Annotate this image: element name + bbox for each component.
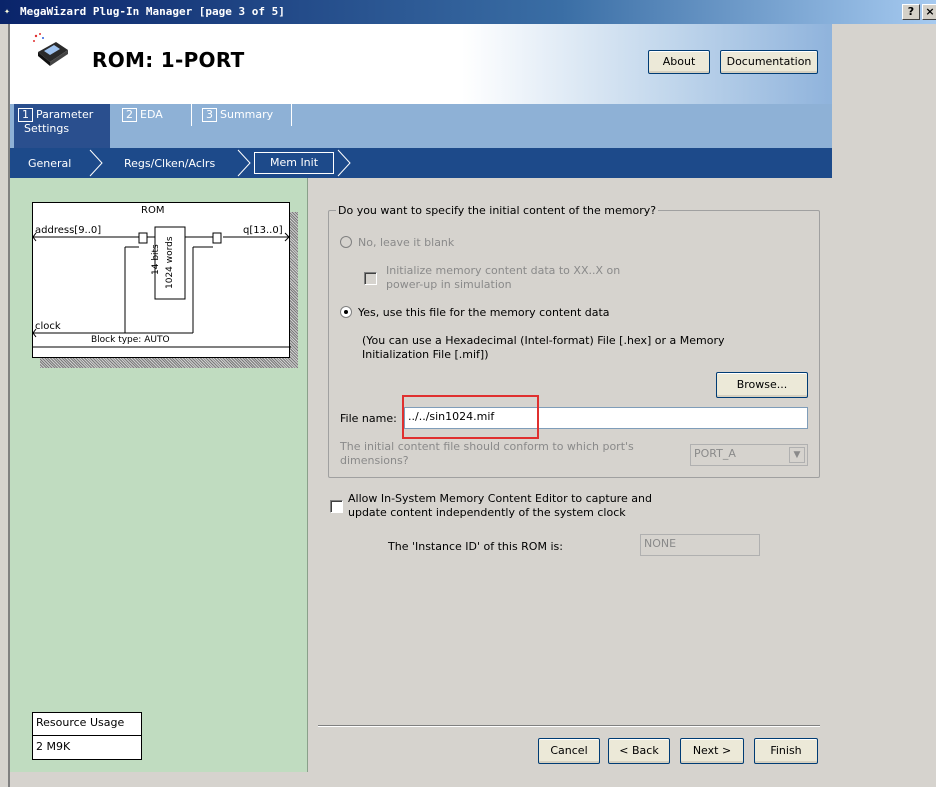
- highlight-box: [402, 395, 539, 439]
- insystem-editor-label-line1: Allow In-System Memory Content Editor to…: [348, 492, 652, 505]
- instance-id-input[interactable]: NONE: [640, 534, 760, 556]
- radio-leave-blank[interactable]: [340, 236, 352, 248]
- page-title: ROM: 1-PORT: [92, 48, 245, 72]
- window-background: [832, 24, 936, 787]
- radio-use-file[interactable]: [340, 306, 352, 318]
- diagram-title: ROM: [141, 205, 165, 216]
- resource-usage-value: 2 M9K: [36, 740, 71, 753]
- tab-label: Summary: [220, 108, 274, 121]
- documentation-button[interactable]: Documentation: [720, 50, 818, 74]
- cancel-button[interactable]: Cancel: [538, 738, 600, 764]
- chevron-right-icon: [89, 149, 103, 177]
- port-select[interactable]: PORT_A ▼: [690, 444, 808, 466]
- tab-eda[interactable]: 2 EDA: [118, 104, 192, 126]
- tab-number: 2: [122, 108, 137, 122]
- diagram-q-label: q[13..0]: [243, 225, 283, 236]
- file-hint-line1: (You can use a Hexadecimal (Intel-format…: [362, 334, 725, 347]
- title-bar: ✦ MegaWizard Plug-In Manager [page 3 of …: [0, 0, 936, 24]
- tab-parameter-settings[interactable]: 1 Parameter Settings: [14, 104, 110, 148]
- instance-id-label: The 'Instance ID' of this ROM is:: [388, 540, 563, 553]
- mem-init-question: Do you want to specify the initial conte…: [336, 204, 659, 217]
- close-button[interactable]: ×: [922, 4, 936, 20]
- tab-summary[interactable]: 3 Summary: [198, 104, 292, 126]
- radio-use-file-label: Yes, use this file for the memory conten…: [358, 306, 610, 319]
- footer-separator: [318, 725, 820, 727]
- diagram-clock-label: clock: [35, 321, 61, 332]
- resource-usage-box: Resource Usage 2 M9K: [32, 712, 142, 760]
- chevron-down-icon: ▼: [789, 447, 805, 463]
- rom-chip-icon: [33, 33, 68, 66]
- diagram-address-label: address[9..0]: [35, 225, 102, 236]
- next-button[interactable]: Next >: [680, 738, 744, 764]
- tab-label: Parameter: [36, 108, 94, 121]
- init-xx-label-line2: power-up in simulation: [386, 278, 512, 291]
- tab-label-line2: Settings: [24, 122, 70, 135]
- init-xx-checkbox[interactable]: [364, 272, 377, 285]
- init-xx-label-line1: Initialize memory content data to XX..X …: [386, 264, 621, 277]
- help-button[interactable]: ?: [902, 4, 920, 20]
- window-title: MegaWizard Plug-In Manager [page 3 of 5]: [20, 5, 285, 18]
- breadcrumb: General Regs/Clken/Aclrs: [10, 148, 832, 178]
- file-name-label: File name:: [340, 412, 397, 425]
- port-select-value: PORT_A: [694, 447, 736, 460]
- about-button[interactable]: About: [648, 50, 710, 74]
- chevron-right-icon: [237, 149, 251, 177]
- tab-label: EDA: [140, 108, 163, 121]
- crumb-regs[interactable]: Regs/Clken/Aclrs: [124, 157, 215, 170]
- port-question-line1: The initial content file should conform …: [340, 440, 634, 453]
- chevron-right-icon: [337, 149, 351, 177]
- diagram-block-type: Block type: AUTO: [91, 335, 170, 345]
- file-hint-line2: Initialization File [.mif]): [362, 348, 489, 361]
- diagram-bits-label: 14 bits: [151, 244, 161, 275]
- insystem-editor-label-line2: update content independently of the syst…: [348, 506, 626, 519]
- port-question-line2: dimensions?: [340, 454, 409, 467]
- finish-button[interactable]: Finish: [754, 738, 818, 764]
- app-icon: ✦: [4, 6, 11, 17]
- crumb-mem-init[interactable]: Mem Init: [254, 152, 334, 174]
- crumb-general[interactable]: General: [28, 157, 71, 170]
- back-button[interactable]: < Back: [608, 738, 670, 764]
- tab-number: 3: [202, 108, 217, 122]
- browse-button[interactable]: Browse...: [716, 372, 808, 398]
- radio-leave-blank-label: No, leave it blank: [358, 236, 455, 249]
- diagram-words-label: 1024 words: [165, 236, 175, 289]
- tab-number: 1: [18, 108, 33, 122]
- insystem-editor-checkbox[interactable]: [330, 500, 343, 513]
- resource-usage-header: Resource Usage: [33, 716, 141, 736]
- rom-block-diagram: ROM address[9..0] q[13..0] clock 14 bits…: [32, 202, 291, 358]
